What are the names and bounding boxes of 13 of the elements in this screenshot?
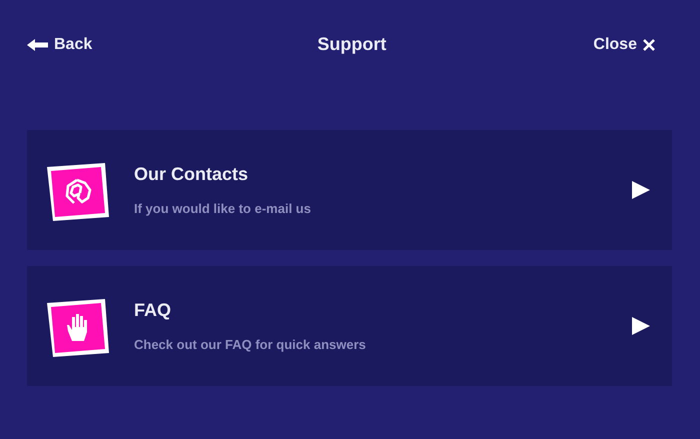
back-arrow-icon (27, 38, 48, 50)
play-arrow-icon (632, 317, 650, 335)
menu-item-card[interactable]: Our Contacts If you would like to e-mail us (27, 130, 672, 250)
page-title: Support (317, 34, 386, 55)
back-button[interactable]: Back (27, 36, 92, 54)
close-button[interactable]: Close (593, 36, 655, 54)
play-arrow-icon (632, 181, 650, 199)
item-title: Our Contacts (134, 164, 250, 185)
item-title: FAQ (134, 300, 172, 321)
close-icon (642, 38, 655, 50)
item-subtitle: Check out our FAQ for quick answers (134, 337, 367, 352)
menu-item-card[interactable]: FAQ Check out our FAQ for quick answers (27, 266, 672, 386)
item-subtitle: If you would like to e-mail us (134, 201, 312, 216)
